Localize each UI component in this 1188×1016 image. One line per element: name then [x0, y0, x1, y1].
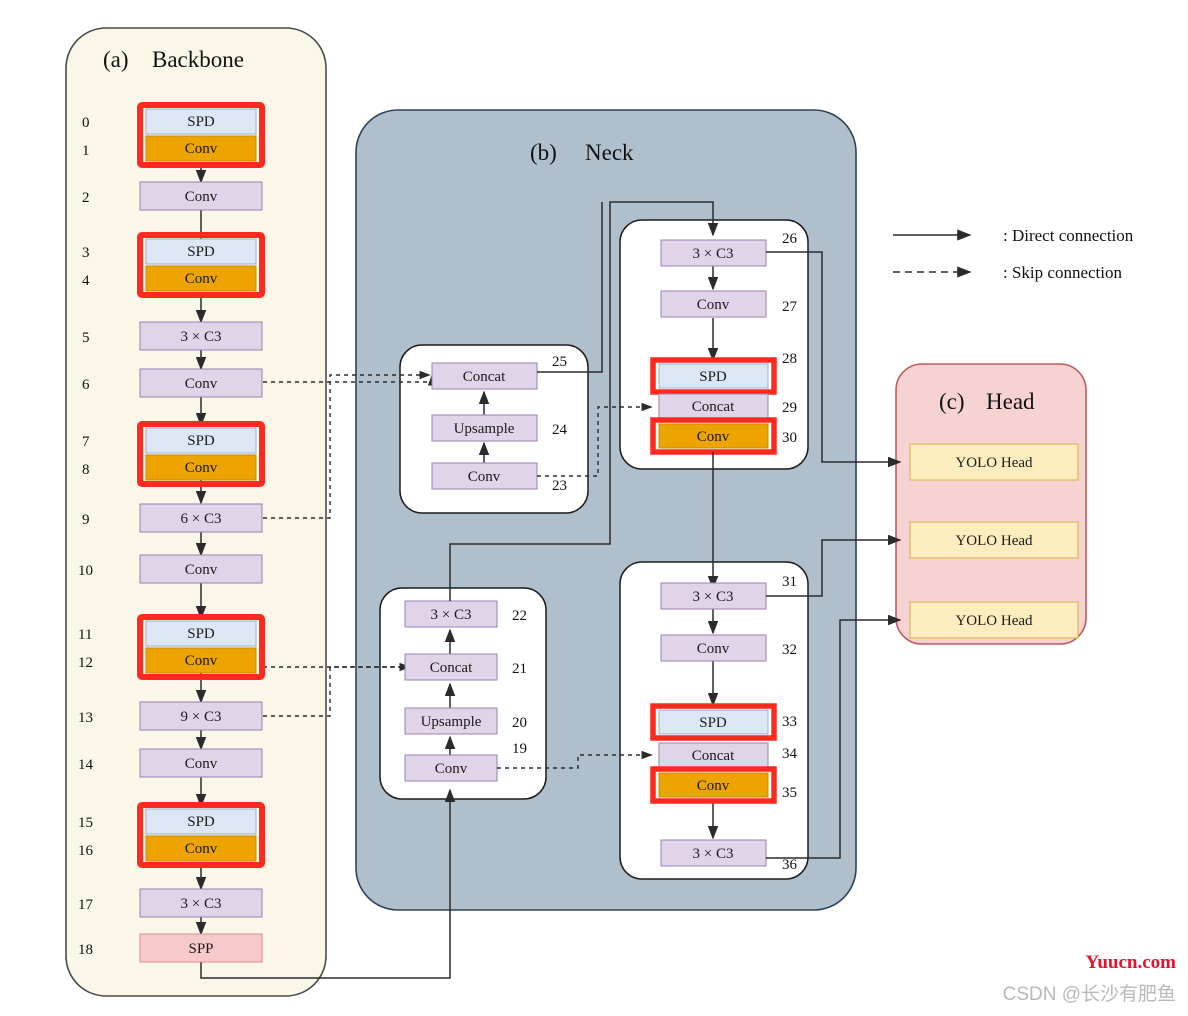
node-num-2: 2: [82, 190, 90, 206]
node-num-30: 30: [782, 430, 797, 446]
neck-upper-left-blocks: Conv Upsample Concat: [431, 362, 538, 490]
block-29-label: Concat: [692, 399, 735, 415]
node-num-16: 16: [78, 843, 94, 859]
node-num-7: 7: [82, 434, 90, 450]
node-num-34: 34: [782, 746, 798, 762]
block-13-label: 9 × C3: [181, 709, 222, 725]
node-num-35: 35: [782, 785, 797, 801]
node-num-32: 32: [782, 642, 797, 658]
yolo-head-3-label: YOLO Head: [955, 613, 1033, 629]
node-num-25: 25: [552, 354, 567, 370]
block-19-label: Conv: [435, 761, 468, 777]
block-4-label: Conv: [185, 271, 218, 287]
block-26-label: 3 × C3: [693, 246, 734, 262]
block-28-label: SPD: [699, 369, 727, 385]
head-blocks: YOLO Head YOLO Head YOLO Head: [909, 443, 1079, 639]
block-12-label: Conv: [185, 653, 218, 669]
node-num-26: 26: [782, 231, 798, 247]
block-3-label: SPD: [187, 244, 215, 260]
block-24-label: Upsample: [454, 421, 515, 437]
yolo-head-1-label: YOLO Head: [955, 455, 1033, 471]
node-num-28: 28: [782, 351, 797, 367]
node-num-12: 12: [78, 655, 93, 671]
node-num-9: 9: [82, 512, 90, 528]
node-num-21: 21: [512, 661, 527, 677]
node-num-1: 1: [82, 143, 90, 159]
watermark-site: Yuucn.com: [1085, 952, 1176, 973]
node-num-22: 22: [512, 608, 527, 624]
node-num-11: 11: [78, 627, 92, 643]
legend: : Direct connection : Skip connection: [893, 226, 1134, 282]
block-15-label: SPD: [187, 814, 215, 830]
node-num-5: 5: [82, 330, 90, 346]
node-num-27: 27: [782, 299, 798, 315]
block-20-label: Upsample: [421, 714, 482, 730]
node-num-19: 19: [512, 741, 527, 757]
block-23-label: Conv: [468, 469, 501, 485]
node-num-29: 29: [782, 400, 797, 416]
watermark-csdn: CSDN @长沙有肥鱼: [1003, 983, 1176, 1005]
block-9-label: 6 × C3: [181, 511, 222, 527]
block-17-label: 3 × C3: [181, 896, 222, 912]
block-16-label: Conv: [185, 841, 218, 857]
node-num-17: 17: [78, 897, 94, 913]
node-num-14: 14: [78, 757, 94, 773]
yolo-head-2-label: YOLO Head: [955, 533, 1033, 549]
block-14-label: Conv: [185, 756, 218, 772]
block-11-label: SPD: [187, 626, 215, 642]
node-num-0: 0: [82, 115, 90, 131]
block-5-label: 3 × C3: [181, 329, 222, 345]
node-num-6: 6: [82, 377, 90, 393]
node-num-23: 23: [552, 478, 567, 494]
neck-panel-tag: (b): [530, 140, 557, 165]
block-36-label: 3 × C3: [693, 846, 734, 862]
block-25-label: Concat: [463, 369, 506, 385]
head-panel-tag: (c): [939, 389, 965, 414]
block-6-label: Conv: [185, 376, 218, 392]
block-1-label: Conv: [185, 141, 218, 157]
head-panel-title: Head: [986, 389, 1035, 414]
node-num-20: 20: [512, 715, 527, 731]
node-num-24: 24: [552, 422, 568, 438]
block-35-label: Conv: [697, 778, 730, 794]
neck-panel-title: Neck: [585, 140, 634, 165]
block-21-label: Concat: [430, 660, 473, 676]
node-num-10: 10: [78, 563, 93, 579]
block-33-label: SPD: [699, 715, 727, 731]
block-32-label: Conv: [697, 641, 730, 657]
block-8-label: Conv: [185, 460, 218, 476]
backbone-panel-title: Backbone: [152, 47, 244, 72]
node-num-15: 15: [78, 815, 93, 831]
block-22-label: 3 × C3: [431, 607, 472, 623]
node-num-33: 33: [782, 714, 797, 730]
node-num-13: 13: [78, 710, 93, 726]
node-num-36: 36: [782, 857, 798, 873]
block-0-label: SPD: [187, 114, 215, 130]
node-num-31: 31: [782, 574, 797, 590]
node-num-3: 3: [82, 245, 90, 261]
block-34-label: Concat: [692, 748, 735, 764]
legend-direct-label: : Direct connection: [1003, 226, 1134, 245]
backbone-panel-tag: (a): [103, 47, 129, 72]
legend-skip-label: : Skip connection: [1003, 263, 1122, 282]
block-18-label: SPP: [188, 941, 213, 957]
block-10-label: Conv: [185, 562, 218, 578]
node-num-4: 4: [82, 273, 90, 289]
block-2-label: Conv: [185, 189, 218, 205]
block-7-label: SPD: [187, 433, 215, 449]
node-num-18: 18: [78, 942, 93, 958]
block-30-label: Conv: [697, 429, 730, 445]
block-31-label: 3 × C3: [693, 589, 734, 605]
node-num-8: 8: [82, 462, 90, 478]
block-27-label: Conv: [697, 297, 730, 313]
